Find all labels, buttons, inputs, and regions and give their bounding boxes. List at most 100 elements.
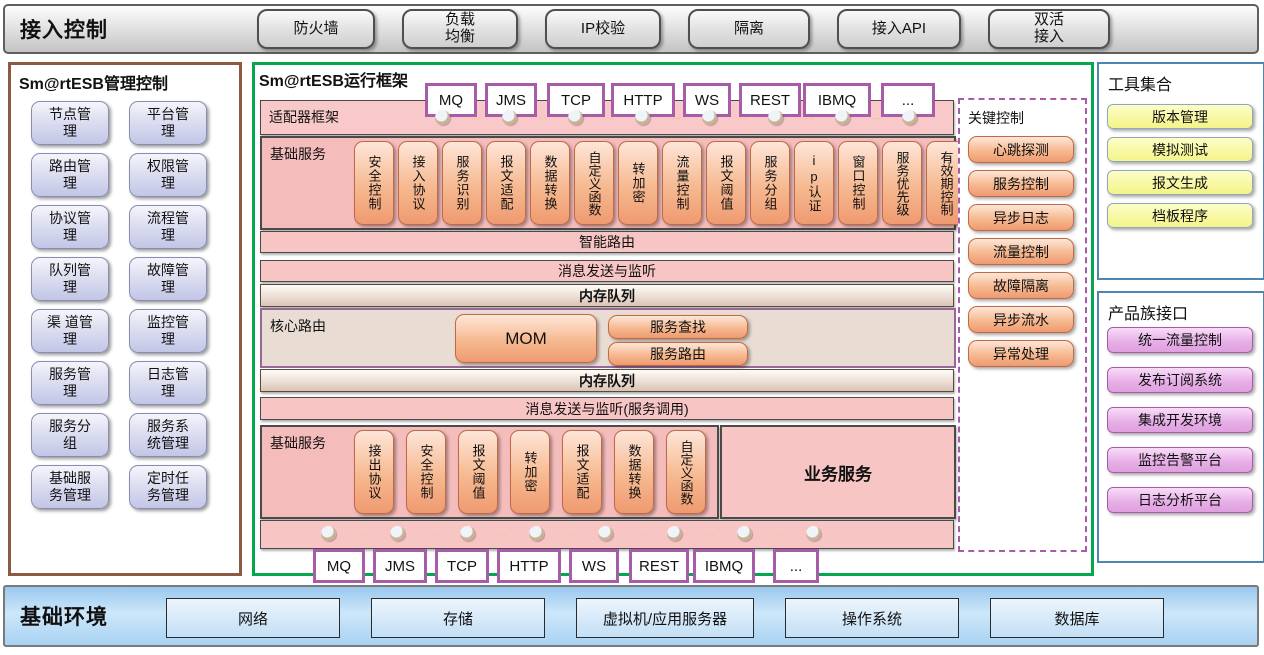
- storage-button[interactable]: 存储: [371, 598, 545, 638]
- channel-mgmt-button[interactable]: 渠 道管理: [31, 309, 109, 353]
- timer-task-mgmt-button[interactable]: 定时任务管理: [129, 465, 207, 509]
- dual-active-button[interactable]: 双活接入: [988, 9, 1110, 49]
- isolation-button[interactable]: 隔离: [688, 9, 810, 49]
- protocol-ibmq-bottom[interactable]: IBMQ: [693, 549, 755, 583]
- bar-label: 消息发送与监听: [558, 261, 656, 281]
- message-generate-button[interactable]: 报文生成: [1107, 170, 1253, 195]
- button-label: 存储: [443, 608, 473, 629]
- message-threshold-button[interactable]: 报文阈值: [706, 141, 746, 225]
- message-threshold-button[interactable]: 报文阈值: [458, 430, 498, 514]
- security-control-button[interactable]: 安全控制: [406, 430, 446, 514]
- service-mgmt-button[interactable]: 服务管理: [31, 361, 109, 405]
- ip-check-button[interactable]: IP校验: [545, 9, 661, 49]
- async-log-button[interactable]: 异步日志: [968, 204, 1074, 231]
- load-balance-button[interactable]: 负载均衡: [402, 9, 518, 49]
- protocol-rest-bottom[interactable]: REST: [629, 549, 689, 583]
- window-control-button[interactable]: 窗口控制: [838, 141, 878, 225]
- access-api-button[interactable]: 接入API: [837, 9, 961, 49]
- button-label: 服务分组: [764, 155, 777, 211]
- security-control-button[interactable]: 安全控制: [354, 141, 394, 225]
- protocol-http-bottom[interactable]: HTTP: [497, 549, 561, 583]
- message-adapt-button[interactable]: 报文适配: [486, 141, 526, 225]
- fault-mgmt-button[interactable]: 故障管理: [129, 257, 207, 301]
- protocol-label: REST: [639, 558, 679, 575]
- node-mgmt-button[interactable]: 节点管理: [31, 101, 109, 145]
- connector-arrow-icon: →: [494, 525, 509, 540]
- button-label: MOM: [505, 329, 547, 349]
- queue-mgmt-button[interactable]: 队列管理: [31, 257, 109, 301]
- button-label: 模拟测试: [1152, 140, 1208, 160]
- service-group-button[interactable]: 服务分组: [750, 141, 790, 225]
- firewall-button[interactable]: 防火墙: [257, 9, 375, 49]
- flow-control-button[interactable]: 流量控制: [968, 238, 1074, 265]
- core-routing-label: 核心路由: [270, 316, 326, 336]
- heartbeat-detect-button[interactable]: 心跳探测: [968, 136, 1074, 163]
- exception-handle-button[interactable]: 异常处理: [968, 340, 1074, 367]
- encryption-button[interactable]: 转加密: [618, 141, 658, 225]
- pub-sub-system-button[interactable]: 发布订阅系统: [1107, 367, 1253, 393]
- protocol-mgmt-button[interactable]: 协议管理: [31, 205, 109, 249]
- message-adapt-button[interactable]: 报文适配: [562, 430, 602, 514]
- vm-app-server-button[interactable]: 虚拟机/应用服务器: [576, 598, 754, 638]
- protocol-tcp-bottom[interactable]: TCP: [435, 549, 489, 583]
- protocol-more-bottom[interactable]: ...: [773, 549, 819, 583]
- fault-isolation-button[interactable]: 故障隔离: [968, 272, 1074, 299]
- button-label: 异步流水: [993, 310, 1049, 330]
- protocol-label: TCP: [561, 92, 591, 109]
- connector-circle: [460, 526, 475, 541]
- async-flow-button[interactable]: 异步流水: [968, 306, 1074, 333]
- unified-flow-control-button[interactable]: 统一流量控制: [1107, 327, 1253, 353]
- connector-circle: [321, 526, 336, 541]
- button-label: 流程管理: [144, 210, 192, 244]
- integrated-dev-env-button[interactable]: 集成开发环境: [1107, 407, 1253, 433]
- button-label: 发布订阅系统: [1138, 370, 1222, 390]
- custom-function-button[interactable]: 自定义函数: [666, 430, 706, 514]
- service-group-button[interactable]: 服务分组: [31, 413, 109, 457]
- log-analysis-platform-button[interactable]: 日志分析平台: [1107, 487, 1253, 513]
- mom-button[interactable]: MOM: [455, 314, 597, 363]
- stub-program-button[interactable]: 档板程序: [1107, 203, 1253, 228]
- outbound-protocol-button[interactable]: 接出协议: [354, 430, 394, 514]
- database-button[interactable]: 数据库: [990, 598, 1164, 638]
- os-button[interactable]: 操作系统: [785, 598, 959, 638]
- simulation-test-button[interactable]: 模拟测试: [1107, 137, 1253, 162]
- service-lookup-button[interactable]: 服务查找: [608, 315, 748, 339]
- encryption-button[interactable]: 转加密: [510, 430, 550, 514]
- data-transform-button[interactable]: 数据转换: [530, 141, 570, 225]
- service-priority-button[interactable]: 服务优先级: [882, 141, 922, 225]
- connector-arrow-icon: →: [702, 525, 717, 540]
- button-label: 接入协议: [412, 155, 425, 211]
- monitor-alert-platform-button[interactable]: 监控告警平台: [1107, 447, 1253, 473]
- access-protocol-button[interactable]: 接入协议: [398, 141, 438, 225]
- custom-function-button[interactable]: 自定义函数: [574, 141, 614, 225]
- button-label: 心跳探测: [993, 140, 1049, 160]
- version-mgmt-button[interactable]: 版本管理: [1107, 104, 1253, 129]
- network-button[interactable]: 网络: [166, 598, 340, 638]
- base-environment-buttons: 网络 存储 虚拟机/应用服务器 操作系统 数据库: [166, 598, 1164, 638]
- button-label: 统一流量控制: [1138, 330, 1222, 350]
- bar-label: 内存队列: [579, 371, 635, 391]
- permission-mgmt-button[interactable]: 权限管理: [129, 153, 207, 197]
- smart-routing-bar: 智能路由: [260, 231, 954, 253]
- service-route-button[interactable]: 服务路由: [608, 342, 748, 366]
- flow-control-button[interactable]: 流量控制: [662, 141, 702, 225]
- service-control-button[interactable]: 服务控制: [968, 170, 1074, 197]
- access-control-buttons: 防火墙 负载均衡 IP校验 隔离 接入API 双活接入: [257, 10, 1110, 48]
- log-mgmt-button[interactable]: 日志管理: [129, 361, 207, 405]
- monitor-mgmt-button[interactable]: 监控管理: [129, 309, 207, 353]
- button-label: 接入API: [872, 21, 926, 38]
- button-label: 数据转换: [544, 155, 557, 211]
- protocol-mq-bottom[interactable]: MQ: [313, 549, 365, 583]
- base-environment-bar: 基础环境 网络 存储 虚拟机/应用服务器 操作系统 数据库: [3, 585, 1259, 647]
- service-identify-button[interactable]: 服务识别: [442, 141, 482, 225]
- base-service-mgmt-button[interactable]: 基础服务管理: [31, 465, 109, 509]
- data-transform-button[interactable]: 数据转换: [614, 430, 654, 514]
- platform-mgmt-button[interactable]: 平台管理: [129, 101, 207, 145]
- service-system-mgmt-button[interactable]: 服务系统管理: [129, 413, 207, 457]
- protocol-jms-bottom[interactable]: JMS: [373, 549, 427, 583]
- route-mgmt-button[interactable]: 路由管理: [31, 153, 109, 197]
- connector-circle: [390, 526, 405, 541]
- process-mgmt-button[interactable]: 流程管理: [129, 205, 207, 249]
- protocol-ws-bottom[interactable]: WS: [569, 549, 619, 583]
- ip-auth-button[interactable]: ip认证: [794, 141, 834, 225]
